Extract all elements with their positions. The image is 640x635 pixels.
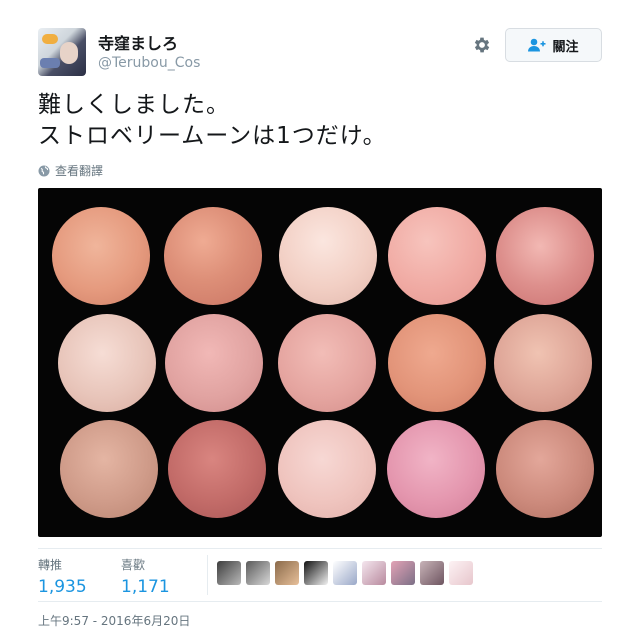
user-handle[interactable]: @Terubou_Cos <box>98 55 200 71</box>
tweet-header: 寺窪ましろ @Terubou_Cos 關注 <box>38 28 604 78</box>
tweet-timestamp[interactable]: 上午9:57 - 2016年6月20日 <box>38 612 190 629</box>
stats-divider <box>207 555 208 595</box>
photo-circle <box>278 420 376 518</box>
liker-avatar[interactable] <box>217 561 241 585</box>
liker-avatars <box>217 561 473 585</box>
liker-avatar[interactable] <box>275 561 299 585</box>
photo-circle <box>279 207 377 305</box>
liker-avatar[interactable] <box>304 561 328 585</box>
likes-label: 喜歡 <box>121 558 146 572</box>
liker-avatar[interactable] <box>246 561 270 585</box>
photo-circle <box>60 420 158 518</box>
likes-stat[interactable]: 喜歡 1,171 <box>121 556 170 597</box>
display-name[interactable]: 寺窪ましろ <box>98 30 178 54</box>
retweets-label: 轉推 <box>38 558 63 572</box>
tweet-text-line-2: ストロベリームーンは1つだけ。 <box>38 123 387 149</box>
photo-circle <box>496 207 594 305</box>
follow-button[interactable]: 關注 <box>505 28 602 62</box>
tweet-text: 難しくしました。 ストロベリームーンは1つだけ。 <box>38 90 598 152</box>
photo-circle <box>494 314 592 412</box>
photo-circle <box>168 420 266 518</box>
follow-button-label: 關注 <box>552 39 579 55</box>
photo-circle <box>58 314 156 412</box>
translate-label: 查看翻譯 <box>55 164 104 178</box>
avatar[interactable] <box>38 28 86 76</box>
liker-avatar[interactable] <box>449 561 473 585</box>
photo-circle <box>387 420 485 518</box>
liker-avatar[interactable] <box>420 561 444 585</box>
photo-circle <box>52 207 150 305</box>
photo-circle <box>496 420 594 518</box>
follow-user-icon <box>528 38 546 52</box>
photo-circle <box>278 314 376 412</box>
liker-avatar[interactable] <box>362 561 386 585</box>
retweets-stat[interactable]: 轉推 1,935 <box>38 556 87 597</box>
photo-circle <box>164 207 262 305</box>
tweet-stats: 轉推 1,935 喜歡 1,171 <box>38 548 602 602</box>
globe-icon <box>38 165 50 176</box>
gear-icon[interactable] <box>472 35 492 55</box>
liker-avatar[interactable] <box>391 561 415 585</box>
liker-avatar[interactable] <box>333 561 357 585</box>
tweet-photo[interactable] <box>38 188 602 537</box>
photo-circle <box>388 207 486 305</box>
retweets-count: 1,935 <box>38 577 87 597</box>
likes-count: 1,171 <box>121 577 170 597</box>
translate-link[interactable]: 查看翻譯 <box>38 162 103 179</box>
photo-circle <box>165 314 263 412</box>
tweet-text-line-1: 難しくしました。 <box>38 92 230 118</box>
photo-circle <box>388 314 486 412</box>
